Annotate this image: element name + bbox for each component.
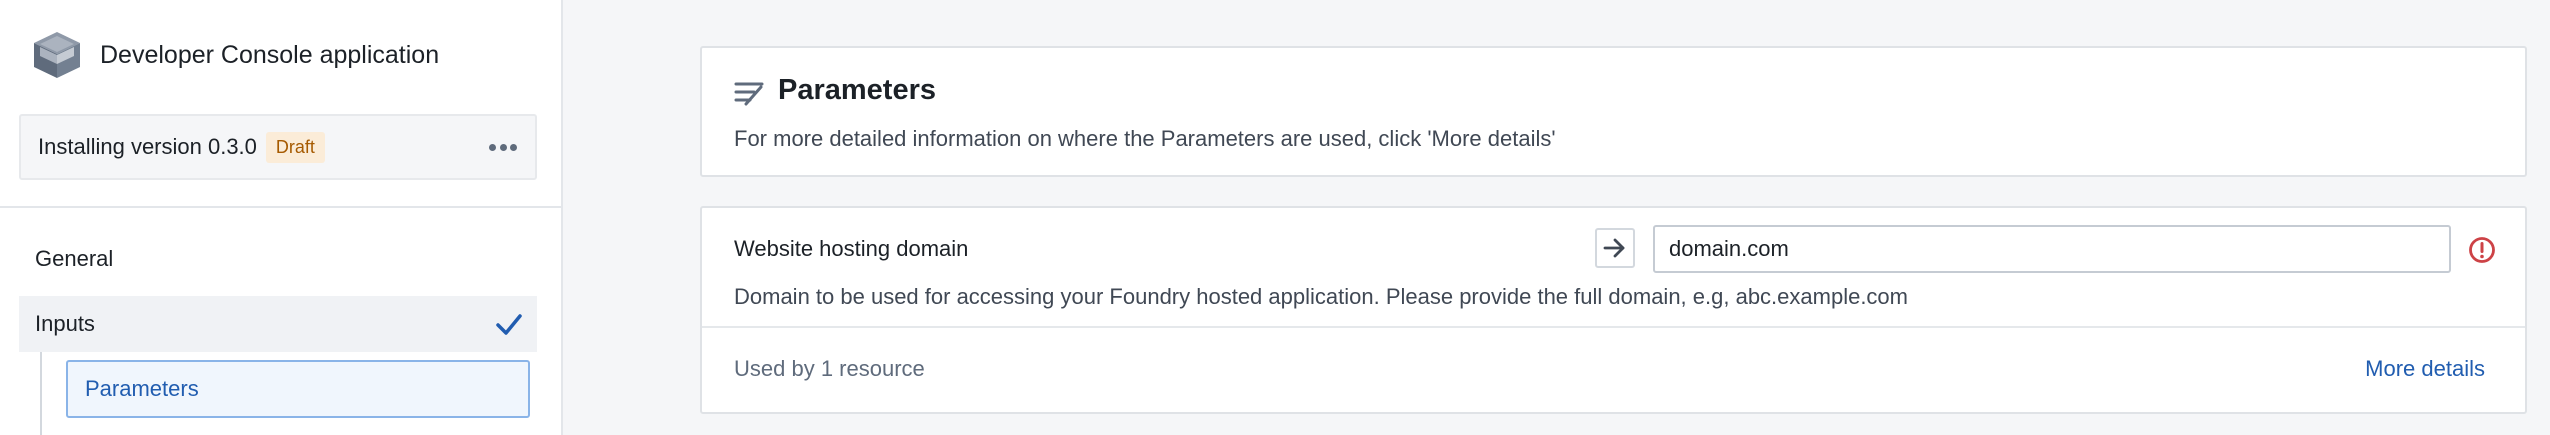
version-text: Installing version 0.3.0 — [38, 134, 257, 159]
arrow-right-button[interactable] — [1595, 228, 1635, 268]
nav-item-parameters-label: Parameters — [85, 376, 199, 401]
parameter-card: Website hosting domain Domain to be used… — [700, 206, 2527, 414]
page-title: Parameters — [778, 74, 936, 106]
parameter-description: Domain to be used for accessing your Fou… — [734, 284, 1908, 309]
more-horizontal-icon — [489, 143, 496, 151]
app-title: Developer Console application — [100, 40, 440, 69]
used-by-text: Used by 1 resource — [734, 356, 925, 381]
tick-icon — [496, 314, 522, 335]
version-status: Installing version 0.3.0 Draft — [19, 114, 537, 180]
nav-item-general-label: General — [35, 246, 114, 271]
parameter-label: Website hosting domain — [734, 236, 969, 261]
more-options-button[interactable] — [485, 134, 521, 160]
error-icon — [2469, 237, 2495, 263]
app-header: Developer Console application — [28, 24, 439, 86]
website-domain-input[interactable] — [1653, 225, 2451, 273]
sidebar-divider — [0, 206, 561, 208]
arrow-right-icon — [1603, 238, 1625, 258]
nav-item-general[interactable]: General — [19, 238, 537, 280]
more-details-link[interactable]: More details — [2365, 356, 2485, 382]
nav-tree-line — [40, 352, 42, 435]
nav-item-inputs-label: Inputs — [35, 311, 95, 336]
parameter-divider — [702, 326, 2525, 328]
parameters-icon — [734, 82, 764, 106]
nav-item-parameters[interactable]: Parameters — [66, 360, 530, 418]
draft-badge: Draft — [265, 131, 325, 163]
sidebar: Developer Console application Installing… — [0, 0, 563, 435]
page-description: For more detailed information on where t… — [734, 126, 1556, 151]
app-box-icon — [34, 32, 80, 78]
parameters-header-card: Parameters For more detailed information… — [700, 46, 2527, 177]
nav-item-inputs[interactable]: Inputs — [19, 296, 537, 352]
